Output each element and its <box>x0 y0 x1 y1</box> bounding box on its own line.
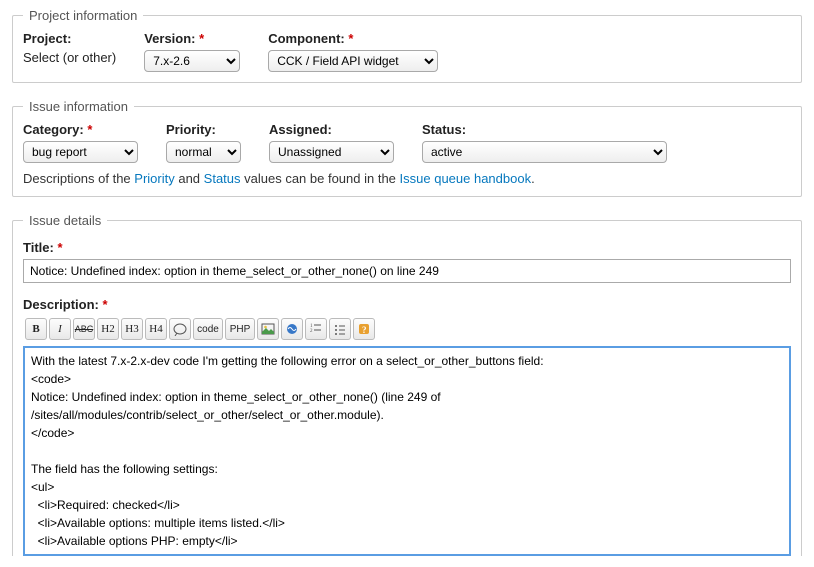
php-button[interactable]: PHP <box>225 318 255 340</box>
link-icon <box>285 322 299 336</box>
project-label: Project: <box>23 31 116 46</box>
project-info-row: Project: Select (or other) Version: * 7.… <box>23 23 791 72</box>
strike-button[interactable]: ABC <box>73 318 95 340</box>
bold-button[interactable]: B <box>25 318 47 340</box>
status-label: Status: <box>422 122 667 137</box>
priority-field: Priority: normal <box>166 122 241 163</box>
issue-info-legend: Issue information <box>23 99 134 114</box>
title-label-wrap: Title: * <box>23 240 791 255</box>
description-label-wrap: Description: * <box>23 297 791 312</box>
priority-link[interactable]: Priority <box>134 171 174 186</box>
code-button[interactable]: code <box>193 318 223 340</box>
category-select[interactable]: bug report <box>23 141 138 163</box>
project-value: Select (or other) <box>23 50 116 65</box>
note-text: values can be found in the <box>241 171 400 186</box>
required-marker: * <box>199 31 204 46</box>
h4-button[interactable]: H4 <box>145 318 167 340</box>
status-link[interactable]: Status <box>204 171 241 186</box>
category-label: Category: <box>23 122 84 137</box>
issue-details-fieldset: Issue details Title: * Description: * B … <box>12 213 802 556</box>
assigned-field: Assigned: Unassigned <box>269 122 394 163</box>
version-select[interactable]: 7.x-2.6 <box>144 50 240 72</box>
version-label-wrap: Version: * <box>144 31 240 46</box>
category-label-wrap: Category: * <box>23 122 138 137</box>
note-text: Descriptions of the <box>23 171 134 186</box>
unordered-list-button[interactable] <box>329 318 351 340</box>
project-information-fieldset: Project information Project: Select (or … <box>12 8 802 83</box>
required-marker: * <box>348 31 353 46</box>
version-label: Version: <box>144 31 195 46</box>
note-text: and <box>175 171 204 186</box>
issue-queue-handbook-link[interactable]: Issue queue handbook <box>400 171 532 186</box>
svg-text:2: 2 <box>310 329 313 334</box>
note-text: . <box>531 171 535 186</box>
title-field: Title: * <box>23 240 791 283</box>
issue-info-note: Descriptions of the Priority and Status … <box>23 171 791 186</box>
help-button[interactable]: ? <box>353 318 375 340</box>
component-field: Component: * CCK / Field API widget <box>268 31 438 72</box>
issue-information-fieldset: Issue information Category: * bug report… <box>12 99 802 197</box>
quote-icon <box>173 322 187 336</box>
svg-text:?: ? <box>362 325 367 335</box>
priority-label: Priority: <box>166 122 241 137</box>
quote-button[interactable] <box>169 318 191 340</box>
issue-info-row: Category: * bug report Priority: normal … <box>23 114 791 163</box>
title-input[interactable] <box>23 259 791 283</box>
required-marker: * <box>102 297 107 312</box>
image-button[interactable] <box>257 318 279 340</box>
ordered-list-button[interactable]: 12 <box>305 318 327 340</box>
priority-select[interactable]: normal <box>166 141 241 163</box>
component-select[interactable]: CCK / Field API widget <box>268 50 438 72</box>
status-field: Status: active <box>422 122 667 163</box>
project-info-legend: Project information <box>23 8 143 23</box>
h2-button[interactable]: H2 <box>97 318 119 340</box>
h3-button[interactable]: H3 <box>121 318 143 340</box>
title-label: Title: <box>23 240 54 255</box>
issue-details-legend: Issue details <box>23 213 107 228</box>
required-marker: * <box>57 240 62 255</box>
component-label-wrap: Component: * <box>268 31 438 46</box>
status-select[interactable]: active <box>422 141 667 163</box>
ordered-list-icon: 12 <box>309 322 323 336</box>
italic-button[interactable]: I <box>49 318 71 340</box>
assigned-select[interactable]: Unassigned <box>269 141 394 163</box>
description-textarea[interactable]: With the latest 7.x-2.x-dev code I'm get… <box>23 346 791 556</box>
version-field: Version: * 7.x-2.6 <box>144 31 240 72</box>
assigned-label: Assigned: <box>269 122 394 137</box>
description-field: Description: * B I ABC H2 H3 H4 code PHP… <box>23 297 791 556</box>
help-icon: ? <box>357 322 371 336</box>
component-label: Component: <box>268 31 345 46</box>
required-marker: * <box>87 122 92 137</box>
editor-toolbar: B I ABC H2 H3 H4 code PHP 12 <box>23 316 791 342</box>
image-icon <box>261 322 275 336</box>
link-button[interactable] <box>281 318 303 340</box>
description-label: Description: <box>23 297 99 312</box>
category-field: Category: * bug report <box>23 122 138 163</box>
project-field: Project: Select (or other) <box>23 31 116 72</box>
unordered-list-icon <box>333 322 347 336</box>
